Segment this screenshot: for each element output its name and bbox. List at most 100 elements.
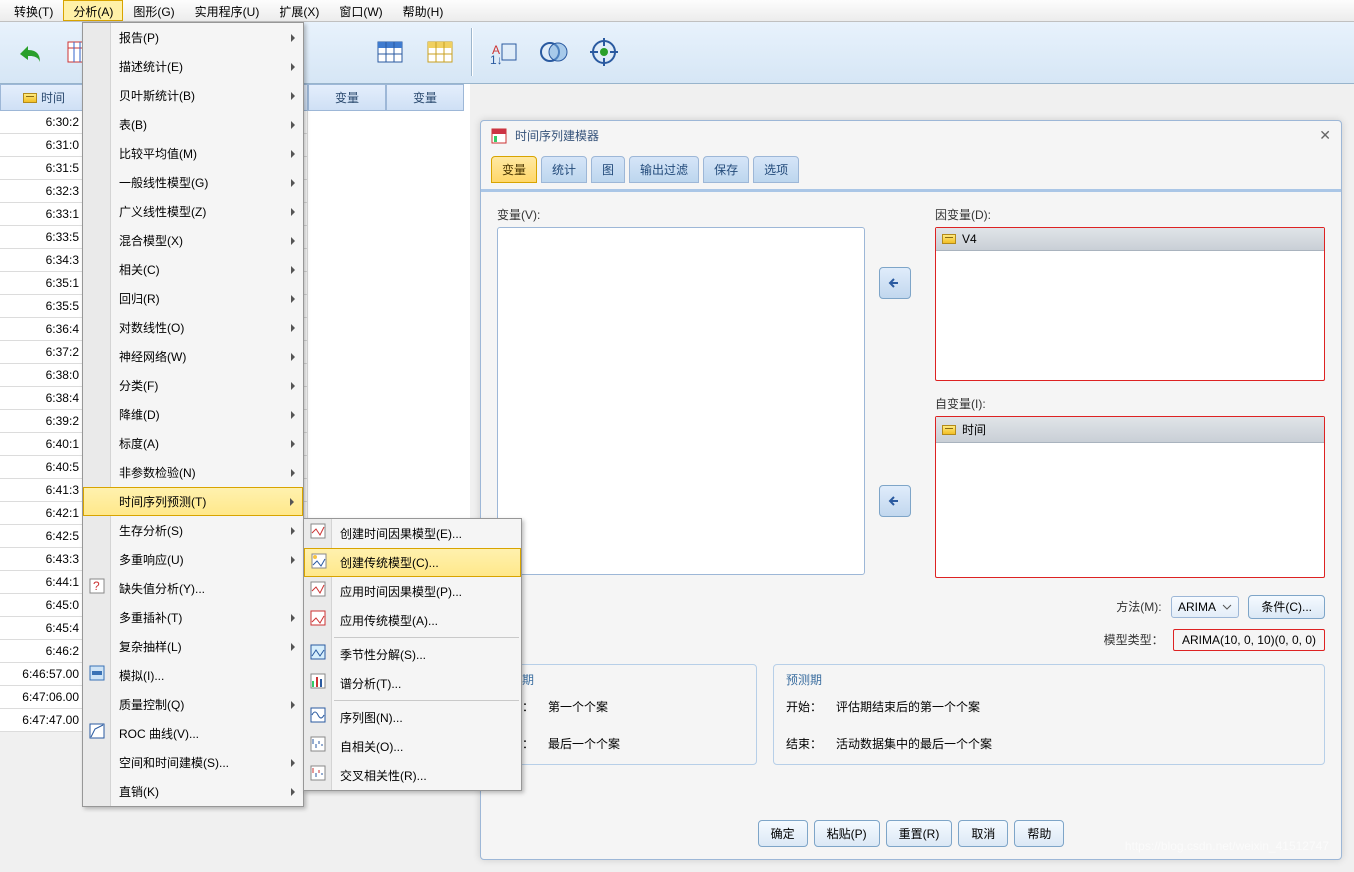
menu-item[interactable]: 表(B) <box>83 110 303 139</box>
sim-icon <box>89 665 105 681</box>
menu-item[interactable]: 生存分析(S) <box>83 516 303 545</box>
undo-button[interactable] <box>8 28 52 76</box>
menu-item[interactable]: 贝叶斯统计(B) <box>83 81 303 110</box>
help-button[interactable]: 帮助 <box>1014 820 1064 847</box>
menu-item[interactable]: 回归(R) <box>83 284 303 313</box>
est-start-value: 第一个个案 <box>548 698 608 715</box>
dependent-listbox[interactable]: V4 <box>935 227 1325 381</box>
tab-variables[interactable]: 变量 <box>491 156 537 183</box>
menu-analyze[interactable]: 分析(A) <box>63 0 123 21</box>
tab-output-filter[interactable]: 输出过滤 <box>629 156 699 183</box>
menu-item[interactable]: 时间序列预测(T) <box>83 487 303 516</box>
menu-item[interactable]: 对数线性(O) <box>83 313 303 342</box>
menu-item[interactable]: 多重响应(U) <box>83 545 303 574</box>
watermark-text: https://blog.csdn.net/weixin_41512747 <box>1125 839 1329 853</box>
method-value: ARIMA <box>1178 600 1216 614</box>
submenu-item[interactable]: 应用传统模型(A)... <box>304 606 521 635</box>
menu-item[interactable]: 一般线性模型(G) <box>83 168 303 197</box>
submenu-item[interactable]: 创建传统模型(C)... <box>304 548 521 577</box>
menu-item[interactable]: 空间和时间建模(S)... <box>83 748 303 777</box>
dialog-titlebar: 时间序列建模器 ✕ <box>481 121 1341 150</box>
independent-label: 自变量(I): <box>935 395 1325 412</box>
submenu-item[interactable]: 序列图(N)... <box>304 703 521 732</box>
menu-item[interactable]: 非参数检验(N) <box>83 458 303 487</box>
submenu-item[interactable]: 自相关(O)... <box>304 732 521 761</box>
method-dropdown[interactable]: ARIMA <box>1171 596 1239 618</box>
menu-extensions[interactable]: 扩展(X) <box>269 0 329 21</box>
tab-statistics[interactable]: 统计 <box>541 156 587 183</box>
chevron-right-icon <box>291 469 295 477</box>
menu-item[interactable]: 直销(K) <box>83 777 303 806</box>
menu-item[interactable]: 缺失值分析(Y)...? <box>83 574 303 603</box>
submenu-item[interactable]: 应用时间因果模型(P)... <box>304 577 521 606</box>
submenu-item[interactable]: 季节性分解(S)... <box>304 640 521 669</box>
ok-button[interactable]: 确定 <box>758 820 808 847</box>
modeler-icon <box>491 128 507 144</box>
criteria-button[interactable]: 条件(C)... <box>1248 595 1325 619</box>
label-button[interactable]: A1↓ <box>482 28 526 76</box>
submenu-separator <box>334 700 519 701</box>
menu-item[interactable]: 神经网络(W) <box>83 342 303 371</box>
cancel-button[interactable]: 取消 <box>958 820 1008 847</box>
tab-plots[interactable]: 图 <box>591 156 625 183</box>
menu-item[interactable]: 报告(P) <box>83 23 303 52</box>
cell-time: 6:37:2 <box>0 341 88 364</box>
chevron-right-icon <box>291 411 295 419</box>
grid-button[interactable] <box>418 28 462 76</box>
spec-icon <box>310 673 326 689</box>
menu-help[interactable]: 帮助(H) <box>393 0 454 21</box>
col-var2: 变量 <box>386 84 464 111</box>
time-series-modeler-dialog: 时间序列建模器 ✕ 变量 统计 图 输出过滤 保存 选项 变量(V): 因变量(… <box>480 120 1342 860</box>
app-menubar: 转换(T) 分析(A) 图形(G) 实用程序(U) 扩展(X) 窗口(W) 帮助… <box>0 0 1354 22</box>
paste-button[interactable]: 粘贴(P) <box>814 820 880 847</box>
menu-item[interactable]: 比较平均值(M) <box>83 139 303 168</box>
submenu-item[interactable]: 创建时间因果模型(E)... <box>304 519 521 548</box>
move-to-dependent-button[interactable] <box>879 267 911 299</box>
table-button[interactable] <box>368 28 412 76</box>
pred-end-label: 结束： <box>786 735 822 752</box>
pred-start-label: 开始： <box>786 698 822 715</box>
tab-save[interactable]: 保存 <box>703 156 749 183</box>
reset-button[interactable]: 重置(R) <box>886 820 953 847</box>
independent-item[interactable]: 时间 <box>936 417 1324 443</box>
cell-time: 6:35:5 <box>0 295 88 318</box>
dependent-item[interactable]: V4 <box>936 228 1324 251</box>
cell-time: 6:36:4 <box>0 318 88 341</box>
menu-item[interactable]: 降维(D) <box>83 400 303 429</box>
variables-label: 变量(V): <box>497 206 865 223</box>
menu-item[interactable]: 广义线性模型(Z) <box>83 197 303 226</box>
menu-transform[interactable]: 转换(T) <box>4 0 63 21</box>
tab-options[interactable]: 选项 <box>753 156 799 183</box>
cell-time: 6:42:5 <box>0 525 88 548</box>
cell-time: 6:42:1 <box>0 502 88 525</box>
dialog-close-button[interactable]: ✕ <box>1319 127 1331 144</box>
menu-item[interactable]: 相关(C) <box>83 255 303 284</box>
venn-button[interactable] <box>532 28 576 76</box>
seas-icon <box>310 644 326 660</box>
independent-listbox[interactable]: 时间 <box>935 416 1325 578</box>
menu-utilities[interactable]: 实用程序(U) <box>185 0 270 21</box>
chevron-right-icon <box>291 237 295 245</box>
move-to-independent-button[interactable] <box>879 485 911 517</box>
menu-item[interactable]: 描述统计(E) <box>83 52 303 81</box>
menu-item[interactable]: 分类(F) <box>83 371 303 400</box>
menu-item[interactable]: 质量控制(Q) <box>83 690 303 719</box>
menu-item[interactable]: 混合模型(X) <box>83 226 303 255</box>
chevron-right-icon <box>291 295 295 303</box>
cell-time: 6:41:3 <box>0 479 88 502</box>
menu-item[interactable]: 复杂抽样(L) <box>83 632 303 661</box>
submenu-item[interactable]: 交叉相关性(R)... <box>304 761 521 790</box>
menu-item[interactable]: 标度(A) <box>83 429 303 458</box>
menu-window[interactable]: 窗口(W) <box>329 0 392 21</box>
model-type-label: 模型类型： <box>1104 631 1164 648</box>
chevron-right-icon <box>290 498 294 506</box>
cell-time: 6:35:1 <box>0 272 88 295</box>
menu-graphs[interactable]: 图形(G) <box>123 0 184 21</box>
target-button[interactable] <box>582 28 626 76</box>
submenu-item[interactable]: 谱分析(T)... <box>304 669 521 698</box>
menu-item[interactable]: 模拟(I)... <box>83 661 303 690</box>
menu-item[interactable]: 多重插补(T) <box>83 603 303 632</box>
menu-item[interactable]: ROC 曲线(V)... <box>83 719 303 748</box>
roc-icon <box>89 723 105 739</box>
variables-listbox[interactable] <box>497 227 865 575</box>
